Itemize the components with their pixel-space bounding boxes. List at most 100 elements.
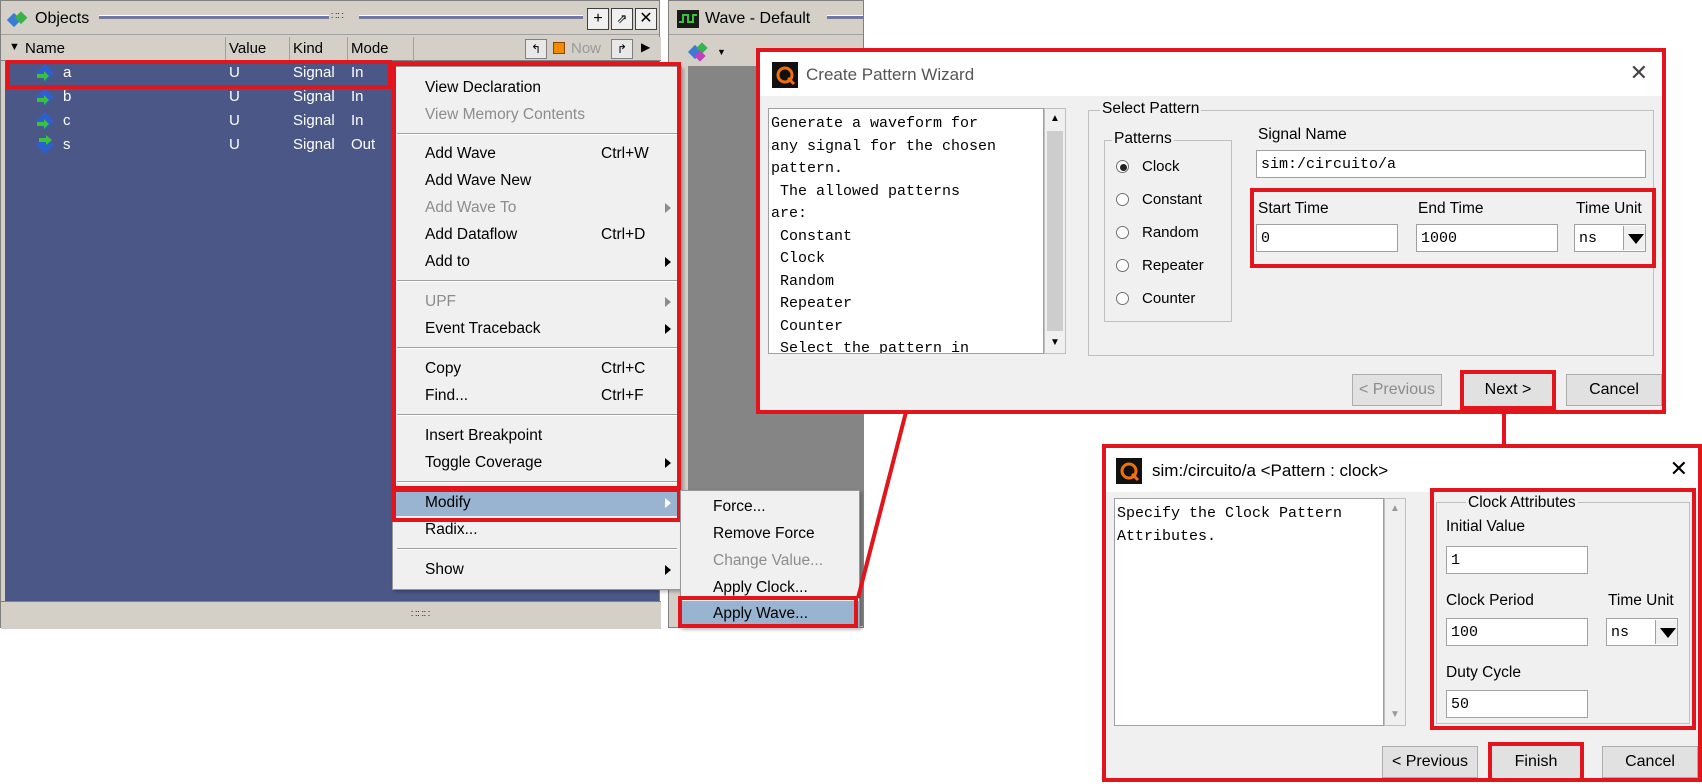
finish-button[interactable]: Finish xyxy=(1488,742,1584,782)
scroll-down-icon[interactable]: ▼ xyxy=(1050,337,1060,348)
signal-mode: Out xyxy=(351,136,376,153)
patterns-label: Patterns xyxy=(1112,130,1174,148)
chevron-down-icon[interactable]: ▼ xyxy=(717,47,726,57)
highlight-row-a xyxy=(6,60,392,89)
clock-title: sim:/circuito/a <Pattern : clock> xyxy=(1152,461,1389,480)
resize-grip-icon[interactable]: ∷∷∷ xyxy=(411,610,441,620)
radio-label: Random xyxy=(1142,224,1199,241)
column-value[interactable]: Value xyxy=(229,40,266,57)
input-signal-icon xyxy=(36,112,54,130)
time-unit-select[interactable]: ns xyxy=(1574,224,1646,252)
select-pattern-label: Select Pattern xyxy=(1100,100,1202,118)
add-icon[interactable]: + xyxy=(587,8,609,30)
radio-button[interactable] xyxy=(1116,292,1129,305)
column-kind[interactable]: Kind xyxy=(293,40,323,57)
description-scrollbar[interactable]: ▲ ▼ xyxy=(1044,108,1066,354)
menu-item-force[interactable]: Force... xyxy=(681,494,859,520)
titlebar-grip-handle[interactable]: ∷∷ xyxy=(331,12,357,24)
titlebar-grip-left[interactable] xyxy=(99,15,329,19)
radio-label: Repeater xyxy=(1142,257,1204,274)
signal-mode: In xyxy=(351,112,364,129)
horizontal-scrollbar[interactable]: ∷∷∷ xyxy=(1,601,661,629)
close-icon[interactable]: ✕ xyxy=(635,8,657,30)
column-divider[interactable] xyxy=(289,37,290,61)
start-time-field[interactable]: 0 xyxy=(1256,224,1398,252)
radio-label: Counter xyxy=(1142,290,1196,307)
radio-button[interactable] xyxy=(1116,193,1129,206)
undock-icon[interactable]: ⇗ xyxy=(611,8,633,30)
previous-button[interactable]: < Previous xyxy=(1382,746,1478,778)
scroll-down-icon[interactable]: ▼ xyxy=(1390,709,1400,720)
radio-counter[interactable]: Counter xyxy=(1116,288,1226,310)
radio-clock[interactable]: Clock xyxy=(1116,156,1226,178)
radio-label: Constant xyxy=(1142,191,1203,208)
radio-constant[interactable]: Constant xyxy=(1116,189,1226,211)
wave-panel-icon xyxy=(677,10,699,28)
cancel-button[interactable]: Cancel xyxy=(1602,746,1698,778)
close-icon[interactable]: ✕ xyxy=(1670,456,1688,482)
close-icon[interactable]: ✕ xyxy=(1630,60,1648,86)
clock-description: Specify the Clock Pattern Attributes. xyxy=(1114,498,1384,726)
time-unit-select[interactable]: ns xyxy=(1606,618,1678,646)
objects-titlebar: Objects ∷∷ + ⇗ ✕ xyxy=(1,1,659,35)
radio-repeater[interactable]: Repeater xyxy=(1116,255,1226,277)
column-mode[interactable]: Mode xyxy=(351,40,389,57)
time-unit-label: Time Unit xyxy=(1576,200,1642,217)
step-back-icon[interactable]: ↰ xyxy=(525,39,547,59)
wizard-description: Generate a waveform for any signal for t… xyxy=(768,108,1044,354)
radio-button[interactable] xyxy=(1116,160,1129,173)
signal-name: b xyxy=(63,88,72,105)
wave-titlebar-grip[interactable] xyxy=(827,15,863,19)
next-button[interactable]: Next > xyxy=(1460,370,1556,410)
input-signal-icon xyxy=(36,88,54,106)
filter-dropdown-icon[interactable]: ▼ xyxy=(9,41,20,53)
time-unit-label: Time Unit xyxy=(1608,592,1674,609)
scroll-thumb[interactable] xyxy=(1047,131,1063,331)
menu-item-label: Force... xyxy=(713,498,766,515)
clock-pattern-dialog: sim:/circuito/a <Pattern : clock> ✕ Spec… xyxy=(1102,444,1702,782)
cancel-button[interactable]: Cancel xyxy=(1566,374,1662,406)
signal-name-field[interactable]: sim:/circuito/a xyxy=(1256,150,1646,178)
signal-kind: Signal xyxy=(293,112,335,129)
duty-cycle-field[interactable]: 50 xyxy=(1446,690,1588,718)
menu-item-label: Apply Clock... xyxy=(713,579,808,596)
menu-item-remove-force[interactable]: Remove Force xyxy=(681,521,859,547)
scroll-up-icon[interactable]: ▲ xyxy=(1050,113,1060,124)
clock-period-label: Clock Period xyxy=(1446,592,1534,609)
end-time-label: End Time xyxy=(1418,200,1484,217)
menu-item-label: Radix... xyxy=(425,521,478,538)
end-time-field[interactable]: 1000 xyxy=(1416,224,1558,252)
questa-logo-icon xyxy=(772,62,798,88)
column-divider[interactable] xyxy=(413,37,414,61)
radio-button[interactable] xyxy=(1116,226,1129,239)
wave-tool-icon[interactable] xyxy=(687,41,713,63)
radio-button[interactable] xyxy=(1116,259,1129,272)
signal-mode: In xyxy=(351,88,364,105)
objects-title: Objects xyxy=(35,10,90,27)
menu-item-show[interactable]: Show xyxy=(393,557,681,583)
clock-attributes-label: Clock Attributes xyxy=(1466,494,1578,512)
scroll-up-icon[interactable]: ▲ xyxy=(1390,503,1400,514)
radio-random[interactable]: Random xyxy=(1116,222,1226,244)
column-divider[interactable] xyxy=(347,37,348,61)
signal-kind: Signal xyxy=(293,136,335,153)
signal-name: s xyxy=(63,136,71,153)
previous-button: < Previous xyxy=(1352,374,1442,406)
start-time-label: Start Time xyxy=(1258,200,1329,217)
description-scrollbar[interactable]: ▲ ▼ xyxy=(1384,498,1406,726)
submenu-arrow-icon xyxy=(665,565,671,575)
column-divider[interactable] xyxy=(225,37,226,61)
time-unit-value: ns xyxy=(1579,230,1598,247)
titlebar-grip-right[interactable] xyxy=(359,15,583,19)
expand-arrow-icon[interactable]: ▶ xyxy=(641,40,650,54)
now-label[interactable]: Now xyxy=(571,40,601,57)
menu-item-label: Show xyxy=(425,561,464,578)
column-name[interactable]: Name xyxy=(25,40,65,57)
clock-period-field[interactable]: 100 xyxy=(1446,618,1588,646)
signal-value: U xyxy=(229,112,240,129)
stop-icon[interactable] xyxy=(553,42,565,54)
step-forward-icon[interactable]: ↱ xyxy=(611,39,633,59)
chevron-down-icon[interactable] xyxy=(1623,226,1645,250)
chevron-down-icon[interactable] xyxy=(1655,620,1677,644)
initial-value-field[interactable]: 1 xyxy=(1446,546,1588,574)
